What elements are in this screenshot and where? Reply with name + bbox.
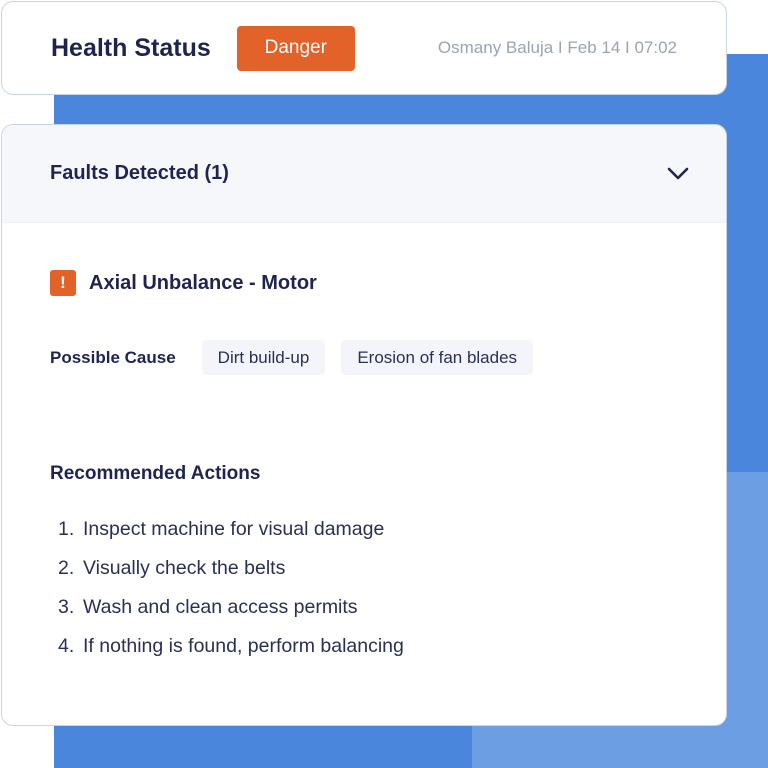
list-item: 1. Inspect machine for visual damage bbox=[58, 510, 404, 549]
warning-icon: ! bbox=[50, 270, 76, 296]
faults-card: Faults Detected (1) ! Axial Unbalance - … bbox=[1, 124, 727, 726]
list-item-number: 2. bbox=[58, 557, 75, 579]
list-item: 2. Visually check the belts bbox=[58, 549, 404, 588]
recommended-actions-title: Recommended Actions bbox=[50, 463, 261, 484]
list-item-text: Wash and clean access permits bbox=[83, 596, 358, 618]
faults-section-header[interactable]: Faults Detected (1) bbox=[2, 125, 726, 223]
list-item: 4. If nothing is found, perform balancing bbox=[58, 627, 404, 666]
fault-item: ! Axial Unbalance - Motor bbox=[50, 270, 317, 296]
chevron-down-icon[interactable] bbox=[666, 162, 690, 186]
header-meta: Osmany Baluja I Feb 14 I 07:02 bbox=[437, 38, 677, 57]
actions-list: 1. Inspect machine for visual damage 2. Vi… bbox=[58, 510, 404, 666]
fault-name: Axial Unbalance - Motor bbox=[89, 271, 317, 294]
list-item-number: 3. bbox=[58, 596, 75, 618]
possible-cause-label: Possible Cause bbox=[50, 347, 176, 367]
list-item-number: 4. bbox=[58, 635, 75, 657]
cause-chip: Dirt build-up bbox=[201, 340, 326, 375]
list-item-number: 1. bbox=[58, 518, 75, 540]
page-title: Health Status bbox=[51, 33, 211, 62]
health-status-header: Health Status Danger Osmany Baluja I Feb… bbox=[1, 1, 727, 95]
faults-title: Faults Detected (1) bbox=[50, 162, 229, 184]
status-badge: Danger bbox=[236, 25, 355, 71]
list-item-text: Inspect machine for visual damage bbox=[83, 518, 385, 540]
list-item-text: Visually check the belts bbox=[83, 557, 286, 579]
possible-cause-row: Possible Cause Dirt build-up Erosion of … bbox=[50, 340, 549, 375]
list-item-text: If nothing is found, perform balancing bbox=[83, 635, 404, 657]
cause-chip: Erosion of fan blades bbox=[341, 340, 534, 375]
list-item: 3. Wash and clean access permits bbox=[58, 588, 404, 627]
